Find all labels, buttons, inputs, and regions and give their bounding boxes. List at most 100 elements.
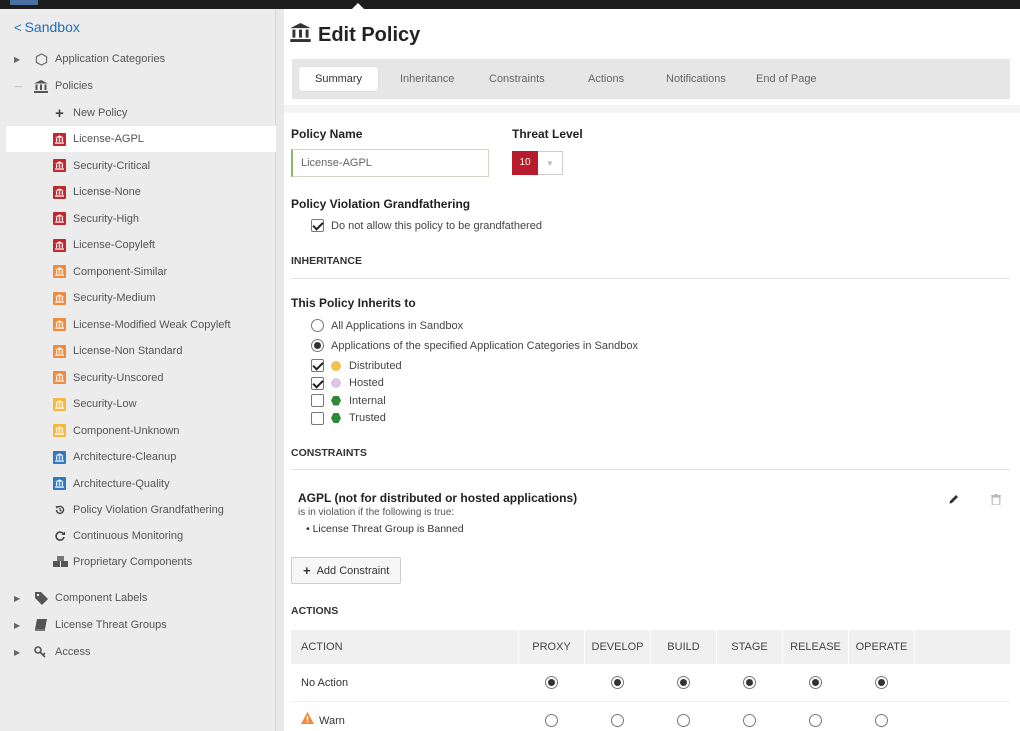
circle-icon <box>331 378 341 388</box>
action-name: No Action <box>301 664 348 702</box>
new-policy-label: New Policy <box>73 107 128 119</box>
chevron-down-icon[interactable]: ▼ <box>538 151 563 175</box>
policy-icon <box>53 424 66 437</box>
caret-right-icon[interactable]: ▶ <box>14 621 24 630</box>
action-radio[interactable] <box>610 676 624 689</box>
inherit-option-specified[interactable]: Applications of the specified Applicatio… <box>311 339 638 352</box>
sidebar-item-policy[interactable]: Component-Unknown <box>6 418 276 444</box>
caret-right-icon[interactable]: ▶ <box>14 594 24 603</box>
sidebar-item-label: License-Copyleft <box>73 239 155 251</box>
circle-icon <box>331 360 341 371</box>
radio-all-applications[interactable] <box>311 319 324 332</box>
tab-inheritance[interactable]: Inheritance <box>400 67 454 91</box>
action-radio[interactable] <box>742 676 756 689</box>
sidebar-item-label: Component-Unknown <box>73 424 180 437</box>
top-bar <box>0 0 1020 9</box>
new-policy-item[interactable]: + New Policy <box>6 100 276 126</box>
threat-level-select[interactable]: 10 ▼ <box>512 151 563 175</box>
policy-icon <box>53 450 66 464</box>
policy-name-input[interactable]: License-AGPL <box>291 149 489 177</box>
bank-icon <box>290 23 311 48</box>
sidebar-item-policy[interactable]: License-None <box>6 179 276 205</box>
caret-right-icon[interactable]: ▶ <box>14 648 24 657</box>
sidebar-item-policy[interactable]: License-Modified Weak Copyleft <box>6 312 276 338</box>
tree-item-license-threat-groups[interactable]: ▶ License Threat Groups <box>0 612 276 638</box>
tab-actions[interactable]: Actions <box>588 67 624 91</box>
category-checkbox-row[interactable]: Hosted <box>311 376 384 390</box>
action-radio[interactable] <box>676 676 690 689</box>
policy-form: Policy Name License-AGPL Threat Level 10… <box>284 113 1020 731</box>
sidebar-item-policy-violation-grandfathering[interactable]: Policy Violation Grandfathering <box>6 497 276 523</box>
sidebar-item-proprietary-components[interactable]: Proprietary Components <box>6 549 276 575</box>
pencil-icon[interactable] <box>948 493 960 508</box>
tree-item-policies[interactable]: — Policies <box>0 73 276 99</box>
action-radio[interactable] <box>874 714 888 727</box>
category-checkbox-row[interactable]: Trusted <box>311 411 386 425</box>
category-checkbox[interactable] <box>311 359 324 372</box>
category-checkbox[interactable] <box>311 411 324 425</box>
sidebar-item-policy[interactable]: Architecture-Quality <box>6 471 276 497</box>
category-label: Internal <box>349 394 386 407</box>
action-radio[interactable] <box>610 714 624 727</box>
app-tab-blip <box>10 0 38 5</box>
tree-item-application-categories[interactable]: ▶ Application Categories <box>0 46 276 72</box>
sidebar-item-policy[interactable]: License-Copyleft <box>6 232 276 258</box>
sidebar-item-policy[interactable]: Component-Similar <box>6 259 276 285</box>
sidebar-item-policy[interactable]: Security-High <box>6 206 276 232</box>
category-checkbox[interactable] <box>311 376 324 390</box>
tree-item-component-labels[interactable]: ▶ Component Labels <box>0 585 276 611</box>
add-constraint-button[interactable]: + Add Constraint <box>291 557 402 584</box>
actions-table-header: ACTION PROXY DEVELOP BUILD STAGE RELEASE… <box>291 630 1010 664</box>
action-radio[interactable] <box>742 714 756 727</box>
sidebar-item-policy[interactable]: Security-Low <box>6 391 276 417</box>
category-checkbox[interactable] <box>311 394 324 407</box>
action-cell <box>518 676 584 689</box>
sidebar-item-policy[interactable]: Security-Medium <box>6 285 276 311</box>
sidebar-item-policy[interactable]: Security-Critical <box>6 153 276 179</box>
sidebar-item-label: Component-Similar <box>73 265 168 278</box>
tree-item-access[interactable]: ▶ Access <box>0 639 276 665</box>
page-title: Edit Policy <box>290 23 420 48</box>
policy-icon <box>53 265 66 278</box>
tab-end-of-page[interactable]: End of Page <box>756 67 817 91</box>
tab-summary[interactable]: Summary <box>299 67 379 91</box>
tab-constraints[interactable]: Constraints <box>489 67 545 91</box>
chevron-left-icon: < <box>14 20 22 35</box>
constraints-section-title: CONSTRAINTS <box>291 447 367 459</box>
caret-right-icon[interactable]: ▶ <box>14 55 24 64</box>
hexagon-icon <box>331 395 341 406</box>
radio-specified-categories[interactable] <box>311 339 324 352</box>
action-radio[interactable] <box>808 676 822 689</box>
action-radio[interactable] <box>676 714 690 727</box>
caret-down-icon[interactable]: — <box>14 82 24 91</box>
action-radio[interactable] <box>808 714 822 727</box>
tab-notifications[interactable]: Notifications <box>666 67 726 91</box>
action-cell <box>782 676 848 689</box>
trash-icon[interactable] <box>991 494 1001 508</box>
category-checkbox-row[interactable]: Distributed <box>311 359 402 372</box>
sidebar-item-label: Security-High <box>73 212 140 225</box>
grandfathering-checkbox[interactable] <box>311 219 324 232</box>
action-radio[interactable] <box>544 676 558 689</box>
sidebar-item-policy[interactable]: Security-Unscored <box>6 365 276 391</box>
category-checkbox-row[interactable]: Internal <box>311 394 386 407</box>
policy-icon <box>53 132 66 146</box>
action-radio[interactable] <box>874 676 888 689</box>
section-tabs: Summary Inheritance Constraints Actions … <box>292 59 1010 99</box>
action-cell <box>716 676 782 689</box>
inheritance-section-title: INHERITANCE <box>291 255 362 267</box>
sidebar-item-continuous-monitoring[interactable]: Continuous Monitoring <box>6 523 276 549</box>
action-radio[interactable] <box>544 714 558 727</box>
grandfathering-checkbox-row[interactable]: Do not allow this policy to be grandfath… <box>311 219 542 232</box>
policy-icon <box>53 291 66 305</box>
sidebar-item-label: Architecture-Cleanup <box>73 451 177 463</box>
inherit-option-all[interactable]: All Applications in Sandbox <box>311 319 463 332</box>
sidebar-item-policy[interactable]: Architecture-Cleanup <box>6 444 276 470</box>
back-link[interactable]: < Sandbox <box>14 19 80 35</box>
sidebar-item-policy[interactable]: License-Non Standard <box>6 338 276 364</box>
column-header-spacer <box>914 630 1010 664</box>
warning-icon <box>301 702 314 731</box>
cubes-icon <box>53 556 69 569</box>
sidebar-item-policy[interactable]: License-AGPL <box>6 126 276 152</box>
action-cell <box>518 714 584 727</box>
